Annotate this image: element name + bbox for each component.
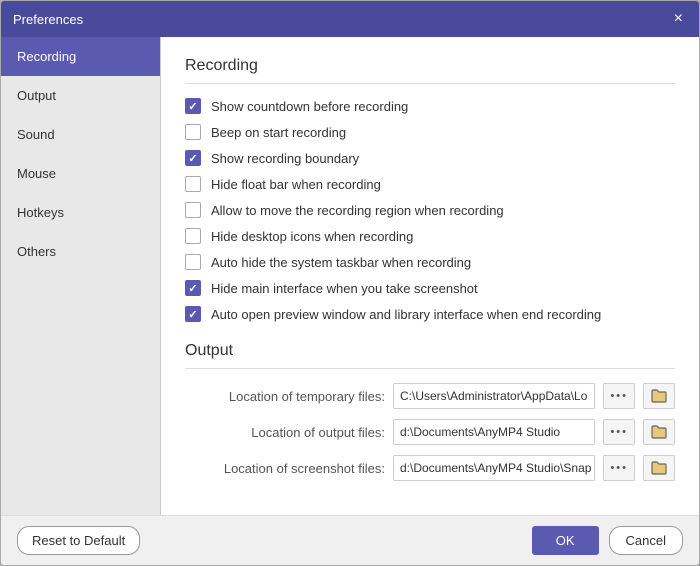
checkbox-label-maininterface: Hide main interface when you take screen…	[211, 281, 478, 296]
checkbox-floatbar[interactable]	[185, 176, 201, 192]
sidebar-item-mouse[interactable]: Mouse	[1, 154, 160, 193]
dots-button-temp[interactable]: •••	[603, 383, 635, 409]
checkbox-countdown[interactable]	[185, 98, 201, 114]
reset-button[interactable]: Reset to Default	[17, 526, 140, 555]
checkboxes-container: Show countdown before recording Beep on s…	[185, 98, 675, 322]
close-button[interactable]: ×	[670, 9, 687, 29]
checkbox-label-floatbar: Hide float bar when recording	[211, 177, 381, 192]
checkbox-row-countdown: Show countdown before recording	[185, 98, 675, 114]
output-rows-container: Location of temporary files: C:\Users\Adm…	[185, 383, 675, 481]
checkbox-hideicons[interactable]	[185, 228, 201, 244]
output-label-outputfiles: Location of output files:	[185, 425, 385, 440]
checkbox-label-autoopen: Auto open preview window and library int…	[211, 307, 601, 322]
checkbox-beep[interactable]	[185, 124, 201, 140]
sidebar-item-recording[interactable]: Recording	[1, 37, 160, 76]
checkbox-label-moveregion: Allow to move the recording region when …	[211, 203, 504, 218]
output-input-temp[interactable]: C:\Users\Administrator\AppData\Lo	[393, 383, 595, 409]
checkbox-row-moveregion: Allow to move the recording region when …	[185, 202, 675, 218]
folder-button-temp[interactable]	[643, 383, 675, 409]
checkbox-boundary[interactable]	[185, 150, 201, 166]
checkbox-row-hideicons: Hide desktop icons when recording	[185, 228, 675, 244]
checkbox-row-maininterface: Hide main interface when you take screen…	[185, 280, 675, 296]
folder-button-outputfiles[interactable]	[643, 419, 675, 445]
sidebar-item-hotkeys[interactable]: Hotkeys	[1, 193, 160, 232]
checkbox-row-taskbar: Auto hide the system taskbar when record…	[185, 254, 675, 270]
sidebar: RecordingOutputSoundMouseHotkeysOthers	[1, 37, 161, 515]
checkbox-label-hideicons: Hide desktop icons when recording	[211, 229, 413, 244]
output-input-outputfiles[interactable]: d:\Documents\AnyMP4 Studio	[393, 419, 595, 445]
sidebar-item-sound[interactable]: Sound	[1, 115, 160, 154]
dialog-title: Preferences	[13, 12, 83, 27]
checkbox-label-boundary: Show recording boundary	[211, 151, 359, 166]
checkbox-taskbar[interactable]	[185, 254, 201, 270]
folder-button-screenshot[interactable]	[643, 455, 675, 481]
output-row-outputfiles: Location of output files: d:\Documents\An…	[185, 419, 675, 445]
output-label-screenshot: Location of screenshot files:	[185, 461, 385, 476]
ok-button[interactable]: OK	[532, 526, 599, 555]
content-area: RecordingOutputSoundMouseHotkeysOthers R…	[1, 37, 699, 515]
sidebar-item-others[interactable]: Others	[1, 232, 160, 271]
checkbox-row-floatbar: Hide float bar when recording	[185, 176, 675, 192]
dots-button-screenshot[interactable]: •••	[603, 455, 635, 481]
recording-section-title: Recording	[185, 57, 675, 84]
checkbox-label-countdown: Show countdown before recording	[211, 99, 408, 114]
footer-buttons: OK Cancel	[532, 526, 683, 555]
checkbox-autoopen[interactable]	[185, 306, 201, 322]
checkbox-label-beep: Beep on start recording	[211, 125, 346, 140]
checkbox-label-taskbar: Auto hide the system taskbar when record…	[211, 255, 471, 270]
output-section: Output Location of temporary files: C:\Us…	[185, 342, 675, 481]
sidebar-item-output[interactable]: Output	[1, 76, 160, 115]
dots-button-outputfiles[interactable]: •••	[603, 419, 635, 445]
output-row-temp: Location of temporary files: C:\Users\Adm…	[185, 383, 675, 409]
footer: Reset to Default OK Cancel	[1, 515, 699, 565]
output-row-screenshot: Location of screenshot files: d:\Document…	[185, 455, 675, 481]
checkbox-maininterface[interactable]	[185, 280, 201, 296]
output-input-screenshot[interactable]: d:\Documents\AnyMP4 Studio\Snap	[393, 455, 595, 481]
output-section-title: Output	[185, 342, 675, 369]
checkbox-row-autoopen: Auto open preview window and library int…	[185, 306, 675, 322]
main-panel: Recording Show countdown before recordin…	[161, 37, 699, 515]
title-bar: Preferences ×	[1, 1, 699, 37]
checkbox-row-beep: Beep on start recording	[185, 124, 675, 140]
preferences-dialog: Preferences × RecordingOutputSoundMouseH…	[0, 0, 700, 566]
checkbox-moveregion[interactable]	[185, 202, 201, 218]
checkbox-row-boundary: Show recording boundary	[185, 150, 675, 166]
output-label-temp: Location of temporary files:	[185, 389, 385, 404]
cancel-button[interactable]: Cancel	[609, 526, 683, 555]
